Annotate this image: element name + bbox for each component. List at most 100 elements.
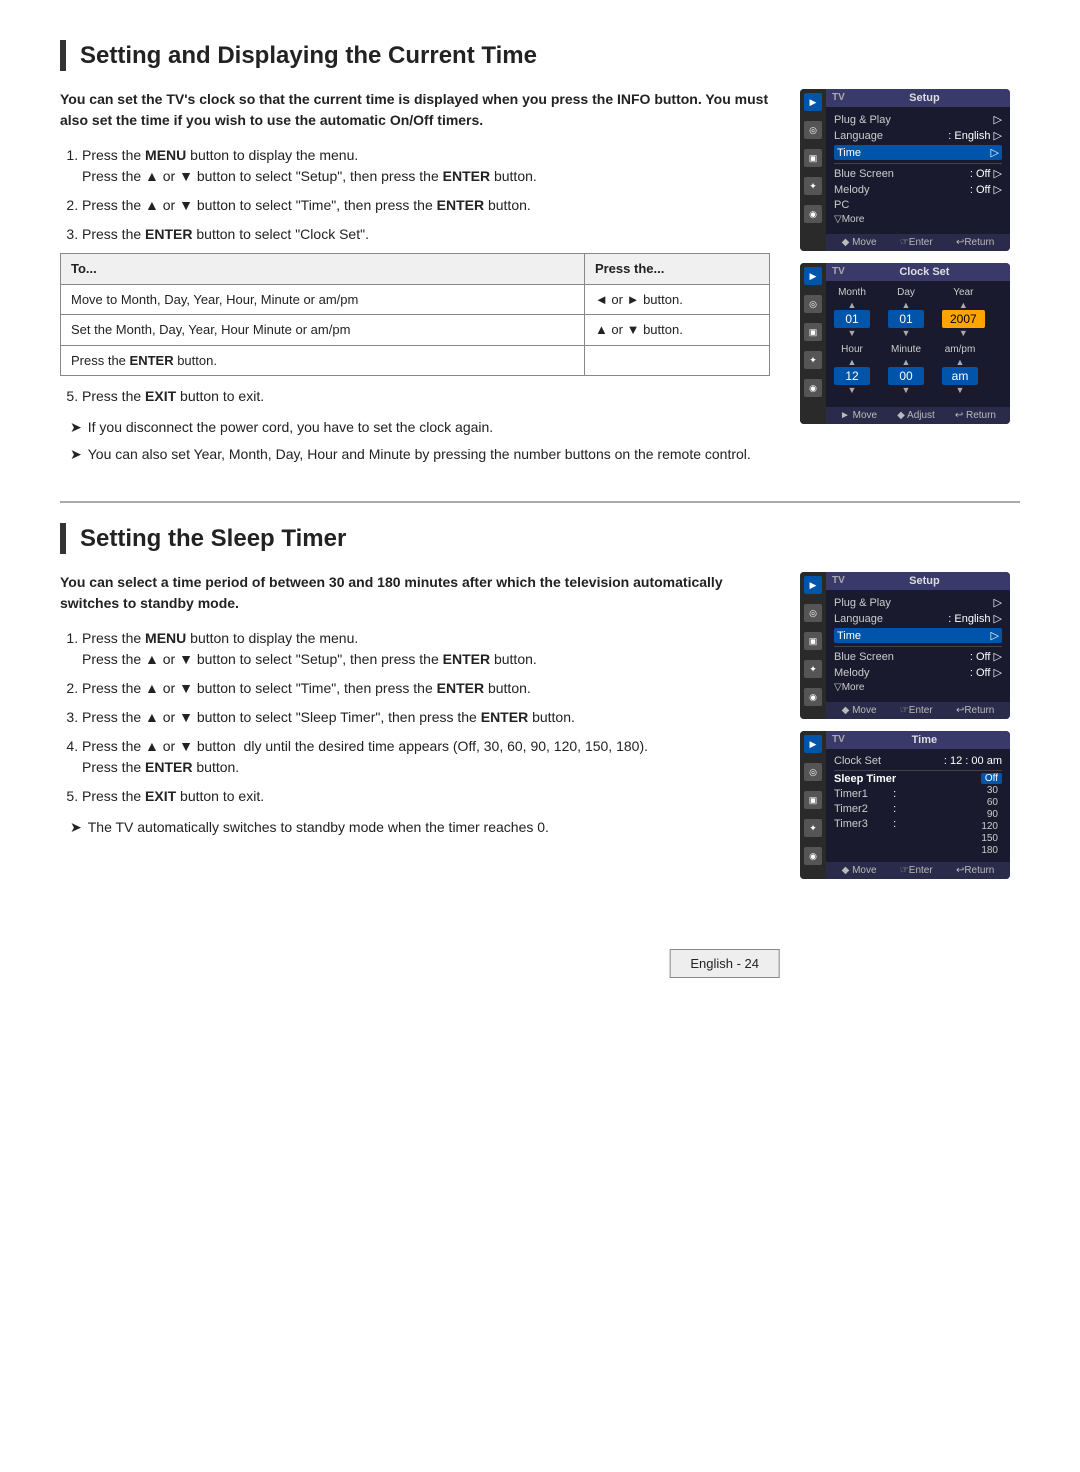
hour-label: Hour <box>841 344 863 355</box>
month-label: Month <box>838 287 866 298</box>
section2-steps: Press the MENU button to display the men… <box>60 628 770 807</box>
menu-item: Blue Screen : Off ▷ <box>834 167 1002 180</box>
timer3-item: Timer3 : <box>834 818 896 830</box>
section1-title: Setting and Displaying the Current Time <box>60 40 1020 71</box>
sidebar-icon: ▣ <box>804 791 822 809</box>
menu-item: Melody : Off ▷ <box>834 183 1002 196</box>
sidebar-icon: ◎ <box>804 604 822 622</box>
step2-5: Press the EXIT button to exit. <box>82 786 770 807</box>
screen1-footer: ◆ Move ☞Enter ↩Return <box>826 234 1010 251</box>
sidebar-icon: ▣ <box>804 323 822 341</box>
menu-item: Plug & Play ▷ <box>834 596 1002 609</box>
table-cell <box>584 345 769 376</box>
section2-title: Setting the Sleep Timer <box>60 523 1020 554</box>
menu-item: Language : English ▷ <box>834 129 1002 142</box>
clock-set-footer: ► Move ◆ Adjust ↩ Return <box>826 407 1010 424</box>
section2-screens: ▶ ◎ ▣ ✦ ◉ TV Setup Plug & Play <box>800 572 1020 879</box>
timer-option-off: Off <box>981 773 1002 784</box>
month-field: Month ▲ 01 ▼ <box>834 287 870 338</box>
ampm-field: am/pm ▲ am ▼ <box>942 344 978 395</box>
tv-content: TV Setup Plug & Play ▷ Language : Englis… <box>826 89 1010 251</box>
table-cell: Set the Month, Day, Year, Hour Minute or… <box>61 315 585 346</box>
setup2-footer: ◆ Move ☞Enter ↩Return <box>826 702 1010 719</box>
note-arrow-icon: ➤ <box>70 444 82 465</box>
timer1-item: Timer1 : <box>834 788 896 800</box>
menu-item: ▽More <box>834 682 1002 693</box>
menu-item: PC <box>834 199 1002 211</box>
sidebar-icon-active: ▶ <box>804 267 822 285</box>
sidebar-icon: ◎ <box>804 763 822 781</box>
tv-content: TV Setup Plug & Play ▷ Language : Englis… <box>826 572 1010 719</box>
menu-item-time: Time ▷ <box>834 628 1002 643</box>
timer-options: Off 30 60 90 120 150 180 <box>977 773 1002 856</box>
step-4-table: To... Press the... Move to Month, Day, Y… <box>60 253 770 376</box>
sidebar-icon: ▣ <box>804 149 822 167</box>
minute-field: Minute ▲ 00 ▼ <box>888 344 924 395</box>
year-val: 2007 <box>942 310 985 328</box>
menu-item: ▽More <box>834 214 1002 225</box>
menu-item: Melody : Off ▷ <box>834 666 1002 679</box>
tv-label: TV <box>832 92 845 103</box>
clock-set-item: Clock Set : 12 : 00 am <box>834 755 1002 767</box>
sleep-timer-screen: ▶ ◎ ▣ ✦ ◉ TV Time Clock Set <box>800 731 1010 879</box>
section1-intro: You can set the TV's clock so that the c… <box>60 89 770 131</box>
day-val: 01 <box>888 310 924 328</box>
sidebar-icon-active: ▶ <box>804 93 822 111</box>
menu-item-time: Time ▷ <box>834 145 1002 160</box>
ampm-label: am/pm <box>945 344 976 355</box>
table-cell: Move to Month, Day, Year, Hour, Minute o… <box>61 284 585 315</box>
hour-val: 12 <box>834 367 870 385</box>
setup-screen-2: ▶ ◎ ▣ ✦ ◉ TV Setup Plug & Play <box>800 572 1010 719</box>
clock-set-screen: ▶ ◎ ▣ ✦ ◉ TV Clock Set <box>800 263 1010 424</box>
setup-screen-1: ▶ ◎ ▣ ✦ ◉ TV Setup Plug & Play <box>800 89 1010 251</box>
sidebar-icon: ✦ <box>804 819 822 837</box>
section1-screens: ▶ ◎ ▣ ✦ ◉ TV Setup Plug & Play <box>800 89 1020 471</box>
tv-sidebar: ▶ ◎ ▣ ✦ ◉ <box>800 89 826 251</box>
clock-set-body: Month ▲ 01 ▼ Day ▲ 01 ▼ <box>826 281 1010 407</box>
tv-sidebar: ▶ ◎ ▣ ✦ ◉ <box>800 263 826 424</box>
note-arrow-icon: ➤ <box>70 817 82 838</box>
table-cell: ◄ or ► button. <box>584 284 769 315</box>
sidebar-icon: ◎ <box>804 295 822 313</box>
timer-option-60: 60 <box>983 797 1002 808</box>
sidebar-icon-active: ▶ <box>804 576 822 594</box>
table-cell: ▲ or ▼ button. <box>584 315 769 346</box>
tv-label: TV <box>832 734 845 745</box>
timer2-item: Timer2 : <box>834 803 896 815</box>
timer-option-120: 120 <box>977 821 1002 832</box>
note-2: ➤ You can also set Year, Month, Day, Hou… <box>70 444 770 465</box>
sidebar-icon: ◉ <box>804 688 822 706</box>
minute-val: 00 <box>888 367 924 385</box>
clock-set-title: TV Clock Set <box>826 263 1010 281</box>
tv-content: TV Time Clock Set : 12 : 00 am <box>826 731 1010 879</box>
step-3: Press the ENTER button to select "Clock … <box>82 224 770 245</box>
day-label: Day <box>897 287 915 298</box>
section2: Setting the Sleep Timer You can select a… <box>60 523 1020 879</box>
timer-option-30: 30 <box>983 785 1002 796</box>
step2-2: Press the ▲ or ▼ button to select "Time"… <box>82 678 770 699</box>
sleep-timer-row: Sleep Timer Timer1 : Timer2 : <box>834 773 1002 856</box>
step2-4: Press the ▲ or ▼ button dly until the de… <box>82 736 770 778</box>
tv-sidebar: ▶ ◎ ▣ ✦ ◉ <box>800 731 826 879</box>
hour-field: Hour ▲ 12 ▼ <box>834 344 870 395</box>
sidebar-icon: ▣ <box>804 632 822 650</box>
step-2: Press the ▲ or ▼ button to select "Time"… <box>82 195 770 216</box>
table-cell: Press the ENTER button. <box>61 345 585 376</box>
table-row: Set the Month, Day, Year, Hour Minute or… <box>61 315 770 346</box>
table-row: Move to Month, Day, Year, Hour, Minute o… <box>61 284 770 315</box>
screen-title: Setup <box>909 92 940 104</box>
day-field: Day ▲ 01 ▼ <box>888 287 924 338</box>
section1: Setting and Displaying the Current Time … <box>60 40 1020 471</box>
timer-option-90: 90 <box>983 809 1002 820</box>
menu-item: Blue Screen : Off ▷ <box>834 650 1002 663</box>
menu-item: Plug & Play ▷ <box>834 113 1002 126</box>
ampm-val: am <box>942 367 978 385</box>
section2-intro: You can select a time period of between … <box>60 572 770 614</box>
sidebar-icon: ◉ <box>804 205 822 223</box>
sidebar-icon: ✦ <box>804 351 822 369</box>
sidebar-icon: ◉ <box>804 379 822 397</box>
sidebar-icon: ◉ <box>804 847 822 865</box>
section1-content: You can set the TV's clock so that the c… <box>60 89 770 471</box>
minute-label: Minute <box>891 344 921 355</box>
year-field: Year ▲ 2007 ▼ <box>942 287 985 338</box>
